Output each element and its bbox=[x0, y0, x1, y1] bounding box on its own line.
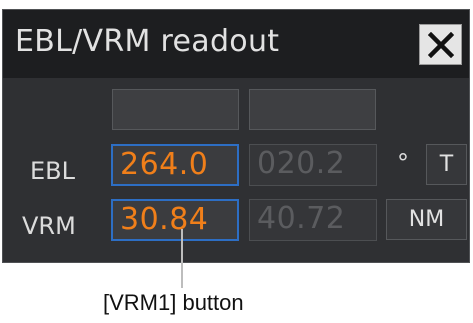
figure: EBL/VRM readout EBL 264.0 020.2 ° T VRM … bbox=[0, 0, 473, 323]
callout-leader-line bbox=[181, 229, 183, 288]
ebl2-button[interactable]: 020.2 bbox=[249, 144, 377, 186]
ebl-label: EBL bbox=[30, 157, 75, 185]
window-title: EBL/VRM readout bbox=[15, 24, 280, 59]
callout-caption: [VRM1] button bbox=[103, 290, 244, 315]
title-bar: EBL/VRM readout bbox=[3, 10, 469, 78]
ebl-vrm-2-select-button[interactable] bbox=[249, 89, 376, 130]
ebl-vrm-1-select-button[interactable] bbox=[112, 89, 239, 130]
vrm2-button[interactable]: 40.72 bbox=[249, 199, 377, 241]
range-unit-button[interactable]: NM bbox=[386, 199, 467, 240]
bearing-mode-button[interactable]: T bbox=[426, 144, 467, 185]
vrm1-button[interactable]: 30.84 bbox=[111, 199, 239, 241]
vrm-label: VRM bbox=[22, 212, 76, 240]
close-button[interactable] bbox=[419, 24, 462, 65]
ebl1-button[interactable]: 264.0 bbox=[111, 144, 239, 186]
ebl-vrm-readout-window: EBL/VRM readout EBL 264.0 020.2 ° T VRM … bbox=[2, 9, 470, 263]
degree-unit: ° bbox=[397, 149, 409, 177]
close-icon bbox=[427, 31, 454, 58]
